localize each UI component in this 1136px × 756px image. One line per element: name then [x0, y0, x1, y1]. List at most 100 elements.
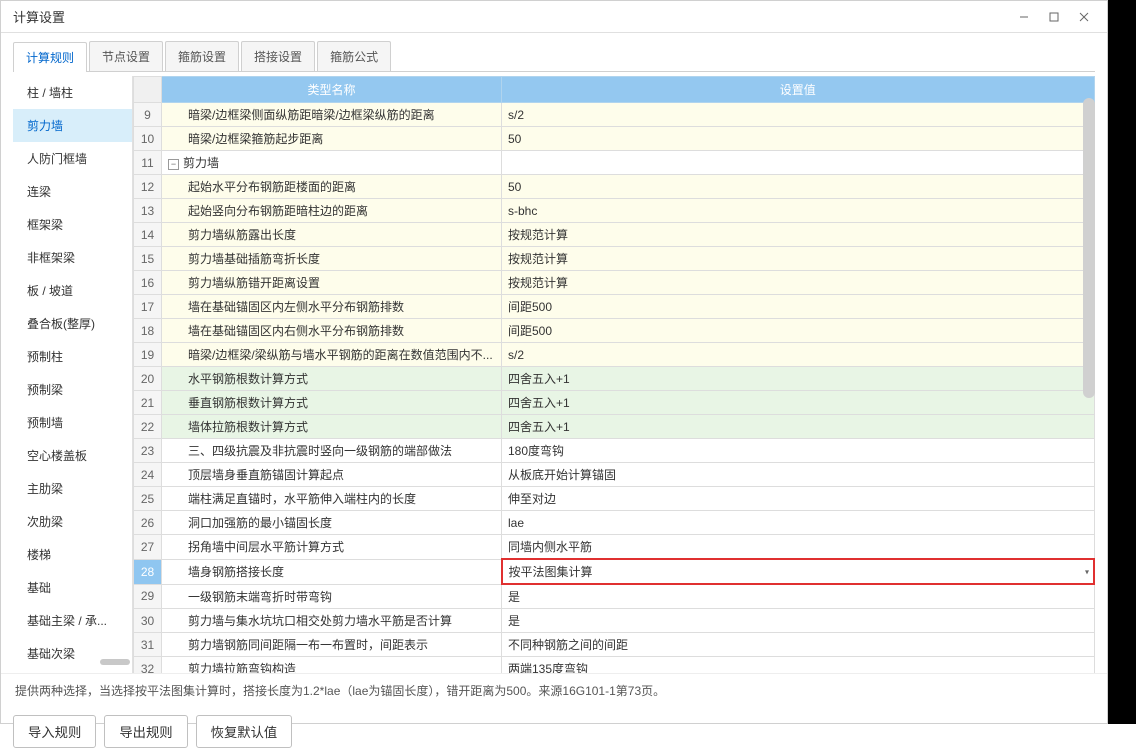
row-number: 9: [134, 103, 162, 127]
value-cell[interactable]: 按平法图集计算▾: [502, 559, 1095, 584]
type-name-cell: 起始水平分布钢筋距楼面的距离: [162, 175, 502, 199]
table-row[interactable]: 13起始竖向分布钢筋距暗柱边的距离s-bhc: [134, 199, 1095, 223]
export-rules-button[interactable]: 导出规则: [104, 715, 187, 748]
value-cell[interactable]: 不同种钢筋之间的间距: [502, 633, 1095, 657]
sidebar-item-7[interactable]: 叠合板(整厚): [13, 307, 132, 340]
table-row[interactable]: 29一级钢筋末端弯折时带弯钩是: [134, 584, 1095, 609]
row-number: 16: [134, 271, 162, 295]
sidebar-item-5[interactable]: 非框架梁: [13, 241, 132, 274]
row-number: 32: [134, 657, 162, 674]
value-cell[interactable]: 两端135度弯钩: [502, 657, 1095, 674]
type-name-cell: −剪力墙: [162, 151, 502, 175]
table-row[interactable]: 21垂直钢筋根数计算方式四舍五入+1: [134, 391, 1095, 415]
value-cell[interactable]: 180度弯钩: [502, 439, 1095, 463]
table-row[interactable]: 12起始水平分布钢筋距楼面的距离50: [134, 175, 1095, 199]
value-cell[interactable]: 间距500: [502, 319, 1095, 343]
value-cell[interactable]: 50: [502, 175, 1095, 199]
value-cell[interactable]: 按规范计算: [502, 223, 1095, 247]
sidebar-item-13[interactable]: 次肋梁: [13, 505, 132, 538]
table-row[interactable]: 26洞口加强筋的最小锚固长度lae: [134, 511, 1095, 535]
table-row[interactable]: 16剪力墙纵筋错开距离设置按规范计算: [134, 271, 1095, 295]
table-row[interactable]: 18墙在基础锚固区内右侧水平分布钢筋排数间距500: [134, 319, 1095, 343]
row-number: 10: [134, 127, 162, 151]
value-cell[interactable]: 按规范计算: [502, 271, 1095, 295]
header-value: 设置值: [502, 77, 1095, 103]
value-cell[interactable]: s/2: [502, 103, 1095, 127]
table-row[interactable]: 22墙体拉筋根数计算方式四舍五入+1: [134, 415, 1095, 439]
sidebar-item-14[interactable]: 楼梯: [13, 538, 132, 571]
table-row[interactable]: 17墙在基础锚固区内左侧水平分布钢筋排数间距500: [134, 295, 1095, 319]
minimize-button[interactable]: [1009, 3, 1039, 31]
sidebar-item-17[interactable]: 基础次梁: [13, 637, 132, 670]
sidebar-item-4[interactable]: 框架梁: [13, 208, 132, 241]
value-cell[interactable]: 从板底开始计算锚固: [502, 463, 1095, 487]
value-cell[interactable]: s-bhc: [502, 199, 1095, 223]
restore-default-button[interactable]: 恢复默认值: [196, 715, 293, 748]
tab-3[interactable]: 搭接设置: [241, 41, 315, 71]
maximize-button[interactable]: [1039, 3, 1069, 31]
sidebar-item-18[interactable]: 砌体结构: [13, 670, 132, 673]
table-row[interactable]: 25端柱满足直锚时，水平筋伸入端柱内的长度伸至对边: [134, 487, 1095, 511]
tab-2[interactable]: 箍筋设置: [165, 41, 239, 71]
value-cell[interactable]: 伸至对边: [502, 487, 1095, 511]
sidebar-item-2[interactable]: 人防门框墙: [13, 142, 132, 175]
row-number: 17: [134, 295, 162, 319]
tab-0[interactable]: 计算规则: [13, 42, 87, 72]
table-row[interactable]: 30剪力墙与集水坑坑口相交处剪力墙水平筋是否计算是: [134, 609, 1095, 633]
sidebar-item-12[interactable]: 主肋梁: [13, 472, 132, 505]
tab-1[interactable]: 节点设置: [89, 41, 163, 71]
value-cell[interactable]: 是: [502, 609, 1095, 633]
value-cell[interactable]: 四舍五入+1: [502, 415, 1095, 439]
row-number: 20: [134, 367, 162, 391]
sidebar-horizontal-scrollbar[interactable]: [100, 659, 130, 665]
table-row[interactable]: 31剪力墙钢筋同间距隔一布一布置时，间距表示不同种钢筋之间的间距: [134, 633, 1095, 657]
table-row[interactable]: 15剪力墙基础插筋弯折长度按规范计算: [134, 247, 1095, 271]
table-row[interactable]: 11−剪力墙: [134, 151, 1095, 175]
value-cell[interactable]: 按规范计算: [502, 247, 1095, 271]
table-row[interactable]: 32剪力墙拉筋弯钩构造两端135度弯钩: [134, 657, 1095, 674]
sidebar-item-15[interactable]: 基础: [13, 571, 132, 604]
sidebar-item-3[interactable]: 连梁: [13, 175, 132, 208]
vertical-scrollbar[interactable]: [1083, 98, 1095, 398]
close-button[interactable]: [1069, 3, 1099, 31]
value-cell[interactable]: 四舍五入+1: [502, 367, 1095, 391]
row-number: 28: [134, 559, 162, 584]
sidebar-item-11[interactable]: 空心楼盖板: [13, 439, 132, 472]
sidebar-item-6[interactable]: 板 / 坡道: [13, 274, 132, 307]
import-rules-button[interactable]: 导入规则: [13, 715, 96, 748]
window-controls: [1009, 3, 1099, 31]
value-cell[interactable]: 间距500: [502, 295, 1095, 319]
type-name-cell: 剪力墙钢筋同间距隔一布一布置时，间距表示: [162, 633, 502, 657]
type-name-cell: 垂直钢筋根数计算方式: [162, 391, 502, 415]
value-cell[interactable]: 是: [502, 584, 1095, 609]
value-cell[interactable]: 四舍五入+1: [502, 391, 1095, 415]
value-cell[interactable]: 50: [502, 127, 1095, 151]
table-row[interactable]: 20水平钢筋根数计算方式四舍五入+1: [134, 367, 1095, 391]
window-title: 计算设置: [13, 7, 65, 26]
table-row[interactable]: 23三、四级抗震及非抗震时竖向一级钢筋的端部做法180度弯钩: [134, 439, 1095, 463]
sidebar-item-16[interactable]: 基础主梁 / 承...: [13, 604, 132, 637]
sidebar-item-9[interactable]: 预制梁: [13, 373, 132, 406]
row-number: 31: [134, 633, 162, 657]
table-row[interactable]: 28墙身钢筋搭接长度按平法图集计算▾: [134, 559, 1095, 584]
tab-4[interactable]: 箍筋公式: [317, 41, 391, 71]
table-row[interactable]: 9暗梁/边框梁侧面纵筋距暗梁/边框梁纵筋的距离s/2: [134, 103, 1095, 127]
table-row[interactable]: 10暗梁/边框梁箍筋起步距离50: [134, 127, 1095, 151]
collapse-icon[interactable]: −: [168, 159, 179, 170]
value-cell[interactable]: s/2: [502, 343, 1095, 367]
row-number: 25: [134, 487, 162, 511]
sidebar-item-1[interactable]: 剪力墙: [13, 109, 132, 142]
value-cell[interactable]: 同墙内侧水平筋: [502, 535, 1095, 560]
value-cell[interactable]: [502, 151, 1095, 175]
header-type: 类型名称: [162, 77, 502, 103]
table-row[interactable]: 24顶层墙身垂直筋锚固计算起点从板底开始计算锚固: [134, 463, 1095, 487]
table-container: 类型名称 设置值 9暗梁/边框梁侧面纵筋距暗梁/边框梁纵筋的距离s/210暗梁/…: [133, 76, 1095, 673]
sidebar-item-10[interactable]: 预制墙: [13, 406, 132, 439]
dropdown-icon[interactable]: ▾: [1085, 567, 1089, 576]
value-cell[interactable]: lae: [502, 511, 1095, 535]
table-row[interactable]: 19暗梁/边框梁/梁纵筋与墙水平钢筋的距离在数值范围内不...s/2: [134, 343, 1095, 367]
sidebar-item-0[interactable]: 柱 / 墙柱: [13, 76, 132, 109]
table-row[interactable]: 27拐角墙中间层水平筋计算方式同墙内侧水平筋: [134, 535, 1095, 560]
sidebar-item-8[interactable]: 预制柱: [13, 340, 132, 373]
table-row[interactable]: 14剪力墙纵筋露出长度按规范计算: [134, 223, 1095, 247]
